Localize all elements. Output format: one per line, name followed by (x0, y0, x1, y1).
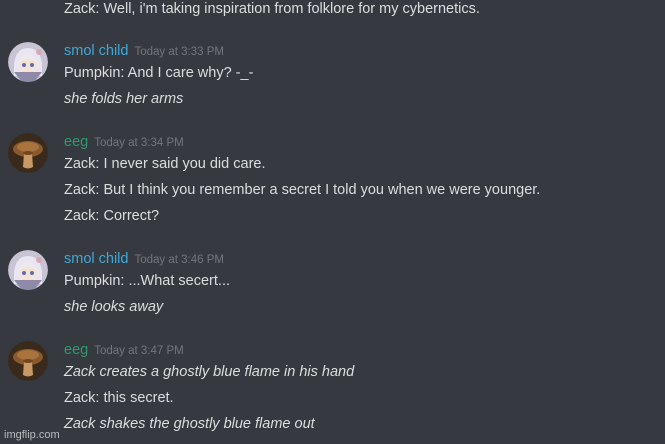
mushroom-avatar-icon (8, 133, 48, 173)
message-line: Zack: this secret. (64, 390, 174, 406)
mushroom-avatar-icon (8, 341, 48, 381)
message-header: smol child Today at 3:46 PM (64, 249, 224, 270)
message-line: Pumpkin: ...What secert... (64, 273, 230, 289)
message-line: she looks away (64, 299, 164, 315)
timestamp: Today at 3:46 PM (134, 254, 224, 266)
timestamp: Today at 3:34 PM (94, 137, 184, 149)
message-header: eeg Today at 3:34 PM (64, 132, 184, 153)
anime-girl-avatar-icon (8, 250, 48, 290)
message-line: Pumpkin: And I care why? -_- (64, 65, 254, 81)
message-line: Zack shakes the ghostly blue flame out (64, 416, 315, 432)
message-line: Zack: Well, i'm taking inspiration from … (64, 1, 480, 17)
username[interactable]: eeg (64, 134, 88, 150)
chat-log: Zack: Well, i'm taking inspiration from … (0, 0, 665, 444)
user-avatar[interactable] (8, 250, 48, 290)
message-line: she folds her arms (64, 91, 184, 107)
message-line: Zack creates a ghostly blue flame in his… (64, 364, 355, 380)
watermark: imgflip.com (4, 429, 60, 441)
username[interactable]: eeg (64, 342, 88, 358)
user-avatar[interactable] (8, 133, 48, 173)
timestamp: Today at 3:33 PM (134, 46, 224, 58)
message-header: smol child Today at 3:33 PM (64, 41, 224, 62)
username[interactable]: smol child (64, 43, 128, 59)
user-avatar[interactable] (8, 42, 48, 82)
message-header: eeg Today at 3:47 PM (64, 340, 184, 361)
timestamp: Today at 3:47 PM (94, 345, 184, 357)
message-line: Zack: I never said you did care. (64, 156, 266, 172)
message-line: Zack: Correct? (64, 208, 160, 224)
anime-girl-avatar-icon (8, 42, 48, 82)
user-avatar[interactable] (8, 341, 48, 381)
message-line: Zack: But I think you remember a secret … (64, 182, 541, 198)
username[interactable]: smol child (64, 251, 128, 267)
